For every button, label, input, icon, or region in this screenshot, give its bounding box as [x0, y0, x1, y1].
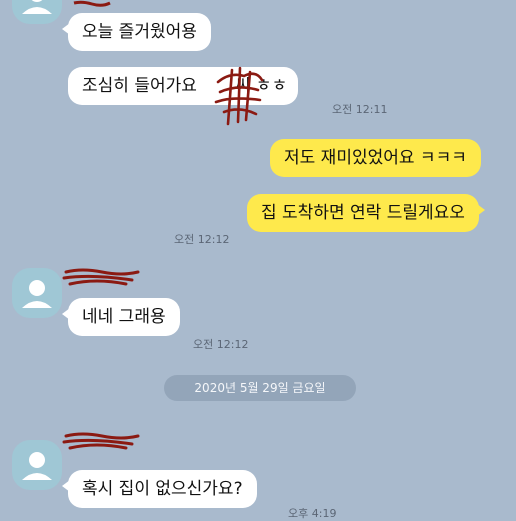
- message-timestamp: 오전 12:12: [174, 233, 230, 246]
- message-text: 저도 재미있었어요 ㅋㅋㅋ: [284, 148, 467, 168]
- default-profile-icon: [22, 452, 52, 480]
- redaction-scribble: [62, 268, 140, 286]
- date-divider: 2020년 5월 29일 금요일: [164, 375, 356, 401]
- sender-avatar[interactable]: [12, 268, 62, 318]
- redaction-scribble: [62, 432, 140, 450]
- message-timestamp: 오전 12:12: [193, 338, 249, 351]
- message-timestamp: 오후 4:19: [288, 507, 337, 520]
- message-text: 집 도착하면 연락 드릴게요오: [261, 203, 465, 223]
- sender-avatar[interactable]: [12, 0, 62, 24]
- redaction-scribble: [73, 0, 111, 7]
- message-text-suffix: 씨 ㅎㅎ: [234, 76, 288, 96]
- message-bubble-received[interactable]: 조심히 들어가요 씨 ㅎㅎ: [68, 67, 298, 105]
- chat-area[interactable]: 오늘 즐거웠어용 조심히 들어가요 씨 ㅎㅎ 오전 12:11 저도 재미있었어요…: [0, 0, 516, 520]
- default-profile-icon: [22, 0, 52, 14]
- message-bubble-sent[interactable]: 집 도착하면 연락 드릴게요오: [247, 194, 485, 232]
- message-bubble-sent[interactable]: 저도 재미있었어요 ㅋㅋㅋ: [270, 139, 481, 177]
- default-profile-icon: [22, 280, 52, 308]
- message-text: 조심히 들어가요: [82, 76, 197, 96]
- message-text: 네네 그래용: [82, 307, 166, 327]
- message-bubble-received[interactable]: 네네 그래용: [62, 298, 180, 336]
- message-bubble-received[interactable]: 오늘 즐거웠어용: [62, 13, 211, 51]
- message-bubble-received[interactable]: 혹시 집이 없으신가요?: [62, 470, 257, 508]
- message-timestamp: 오전 12:11: [332, 103, 388, 116]
- message-text: 혹시 집이 없으신가요?: [82, 479, 243, 499]
- message-text: 오늘 즐거웠어용: [82, 22, 197, 42]
- sender-avatar[interactable]: [12, 440, 62, 490]
